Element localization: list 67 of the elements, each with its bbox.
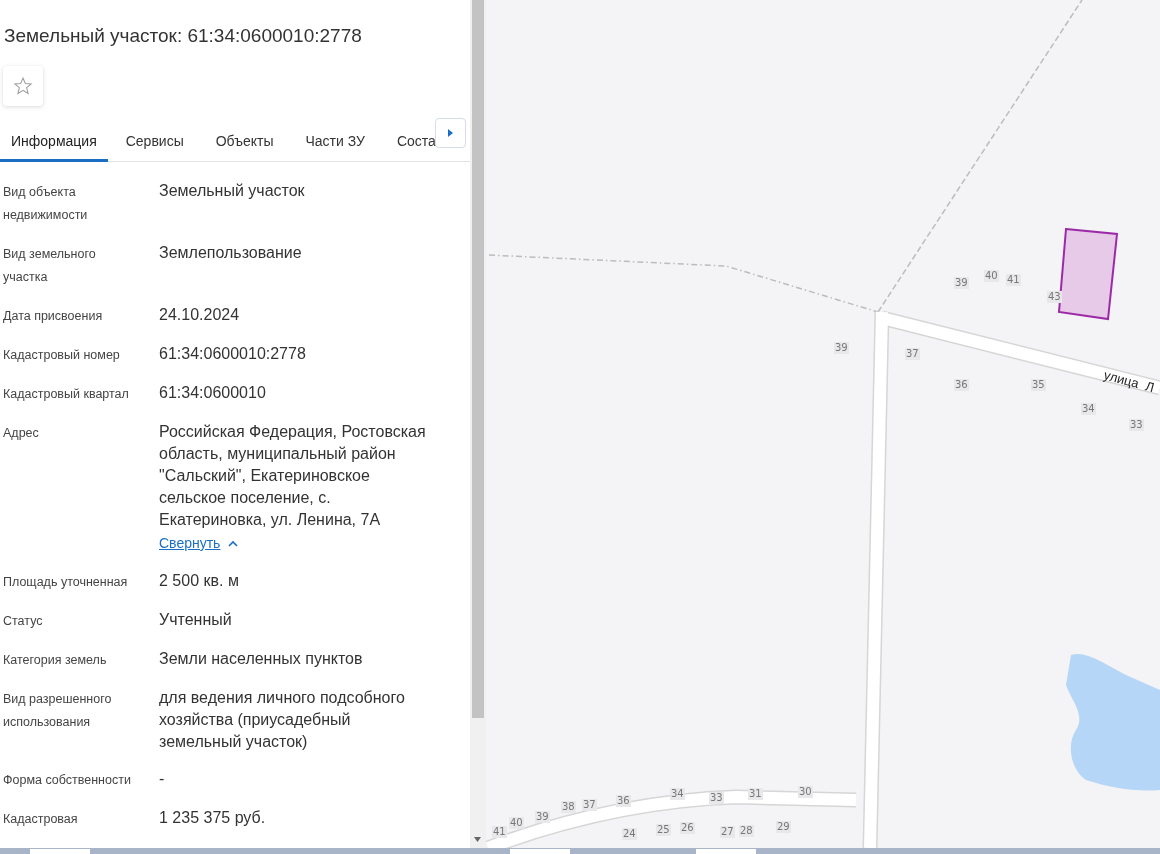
house-number: 38 [561,801,576,813]
field-label: Кадастровая [3,811,79,828]
field-value: 2 500 кв. м [159,571,240,591]
house-number: 36 [616,795,631,807]
house-number: 34 [1081,403,1096,415]
house-number: 31 [748,788,763,800]
house-number: 25 [656,824,671,836]
house-number: 28 [739,825,754,837]
house-number: 39 [834,342,849,354]
house-number: 27 [720,826,735,838]
house-number: 26 [680,822,695,834]
page-title: Земельный участок: 61:34:0600010:2778 [3,24,363,48]
field-label: Кадастровый номер [3,347,121,364]
house-number: 40 [984,270,999,282]
house-number: 30 [798,786,813,798]
field-value: 61:34:0600010 [159,383,267,403]
field-label: Вид земельного участка [3,246,97,286]
field-value: Земельный участок [159,181,306,201]
field-label: Статус [3,613,44,630]
collapse-link[interactable]: Свернуть [159,531,239,555]
house-number: 37 [582,799,597,811]
field-value: Учтенный [159,610,233,630]
field-label: Адрес [3,425,40,442]
field-label: Кадастровый квартал [3,386,130,403]
house-number: 29 [776,821,791,833]
scrollbar-thumb[interactable] [472,0,484,718]
field-value: 24.10.2024 [159,305,241,325]
caret-right-icon [448,129,453,137]
house-number: 33 [709,792,724,804]
field-value: - [159,769,166,789]
tab[interactable]: Части ЗУ [289,124,381,162]
house-number: 24 [622,828,637,840]
house-number: 35 [1031,379,1046,391]
field-label: Площадь уточненная [3,574,129,591]
scrollbar[interactable] [470,0,486,848]
house-number: 34 [670,788,685,800]
house-number: 36 [954,379,969,391]
tabs-scroll-button[interactable] [435,118,466,148]
field-value: Российская Федерация, Ростовская область, муниципальный район "Сальский", Екатериновское сельское поселение, с. Екатериновка, ул. Ленина, 7А [159,422,427,530]
tab[interactable]: Объекты [199,124,290,162]
house-number: 37 [905,348,920,360]
house-number: 43 [1047,291,1062,303]
house-number: 41 [1006,274,1021,286]
field-value: для ведения личного подсобного хозяйства (приусадебный земельный участок) [159,688,406,752]
house-number: 39 [954,277,969,289]
tab[interactable]: Соста [380,124,440,162]
house-number: 41 [492,826,507,838]
field-label: Вид разрешенного использования [3,691,113,731]
house-number: 40 [509,817,524,829]
field-value: Земли населенных пунктов [159,649,364,669]
tab[interactable]: Сервисы [109,124,200,162]
field-value: 1 235 375 руб. [159,808,267,828]
favorite-button[interactable] [3,66,43,106]
field-label: Дата присвоения [3,308,104,325]
field-label: Форма собственности [3,772,132,789]
street-name: улица Л [1101,366,1157,398]
house-number: 33 [1129,419,1144,431]
chevron-up-icon [228,539,239,547]
map[interactable]: 39 40 41 43 39 37 36 35 34 33 41 40 39 38 37 36 34 33 31 30 24 25 26 27 28 29 улица Л [486,0,1160,848]
tab[interactable]: Информация [0,124,108,162]
field-value: 61:34:0600010:2778 [159,344,307,364]
field-label: Вид объекта недвижимости [3,184,89,224]
house-number: 39 [535,811,550,823]
field-value: Землепользование [159,243,303,263]
field-label: Категория земель [3,652,108,669]
scroll-down-icon[interactable] [474,837,481,842]
star-icon [13,76,33,96]
